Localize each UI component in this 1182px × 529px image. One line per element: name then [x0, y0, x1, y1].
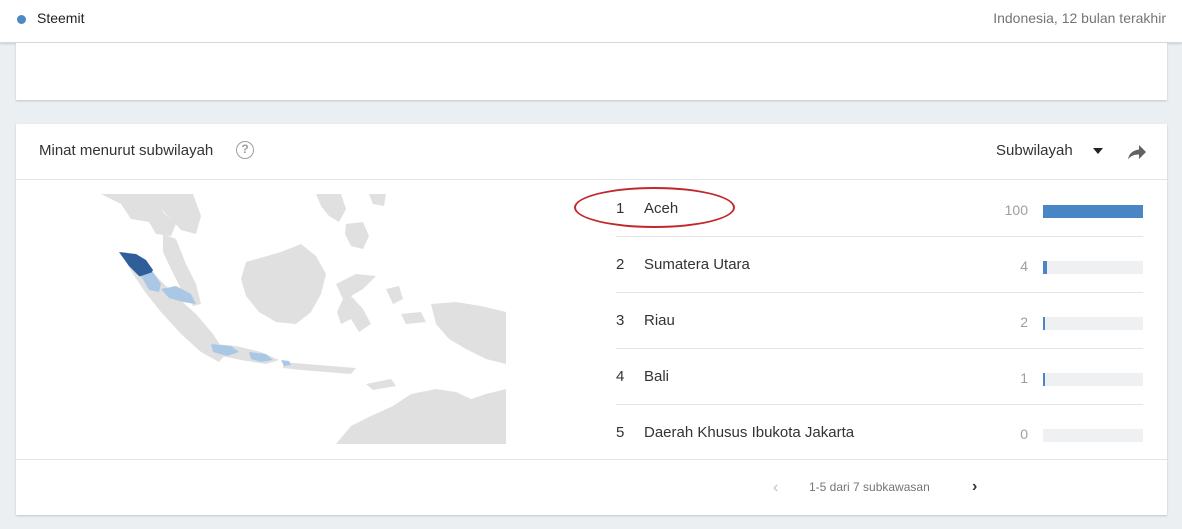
interest-value: 100 [1004, 202, 1028, 218]
share-icon[interactable] [1127, 144, 1147, 160]
rank-number: 2 [616, 256, 625, 273]
interest-value: 2 [1020, 314, 1028, 330]
interest-bar [1043, 205, 1143, 218]
ranking-row[interactable]: 3 Riau 2 [616, 293, 1143, 349]
interest-value: 1 [1020, 370, 1028, 386]
interest-bar [1043, 429, 1143, 442]
chevron-right-icon[interactable]: › [972, 478, 977, 496]
ranking-row[interactable]: 4 Bali 1 [616, 349, 1143, 405]
rank-number: 4 [616, 368, 625, 385]
interest-bar [1043, 373, 1143, 386]
resolution-dropdown[interactable]: Subwilayah [996, 142, 1073, 159]
indonesia-map[interactable] [101, 194, 506, 444]
region-name[interactable]: Aceh [644, 200, 678, 217]
interest-by-subregion-card: Minat menurut subwilayah ? Subwilayah 1 … [16, 124, 1167, 515]
region-name[interactable]: Bali [644, 368, 669, 385]
interest-value: 0 [1020, 426, 1028, 442]
interest-bar-fill [1043, 205, 1143, 218]
map-land [101, 194, 506, 444]
region-name[interactable]: Riau [644, 312, 675, 329]
ranking-list: 1 Aceh 100 2 Sumatera Utara 4 3 Riau 2 4… [616, 181, 1143, 460]
ranking-row[interactable]: 2 Sumatera Utara 4 [616, 237, 1143, 293]
ranking-row[interactable]: 5 Daerah Khusus Ibukota Jakarta 0 [616, 405, 1143, 460]
interest-bar [1043, 317, 1143, 330]
region-name[interactable]: Daerah Khusus Ibukota Jakarta [644, 424, 854, 441]
interest-value: 4 [1020, 258, 1028, 274]
interest-bar [1043, 261, 1143, 274]
ranking-row[interactable]: 1 Aceh 100 [616, 181, 1143, 237]
rank-number: 3 [616, 312, 625, 329]
term-color-dot [17, 15, 26, 24]
card-header: Minat menurut subwilayah ? Subwilayah [16, 124, 1167, 180]
scope-label: Indonesia, 12 bulan terakhir [993, 10, 1166, 26]
interest-bar-fill [1043, 373, 1045, 386]
help-circle-icon[interactable]: ? [236, 141, 254, 159]
chevron-left-icon[interactable]: ‹ [773, 479, 778, 497]
top-bar: Steemit Indonesia, 12 bulan terakhir [0, 0, 1182, 43]
caret-down-icon[interactable] [1093, 148, 1103, 154]
previous-card [16, 43, 1167, 100]
pagination-label: 1-5 dari 7 subkawasan [809, 480, 930, 494]
interest-bar-fill [1043, 261, 1047, 274]
interest-bar-fill [1043, 317, 1045, 330]
card-title: Minat menurut subwilayah [39, 142, 214, 159]
footer-divider [16, 459, 1167, 460]
rank-number: 1 [616, 200, 625, 217]
search-term: Steemit [37, 10, 85, 26]
rank-number: 5 [616, 424, 625, 441]
region-name[interactable]: Sumatera Utara [644, 256, 750, 273]
